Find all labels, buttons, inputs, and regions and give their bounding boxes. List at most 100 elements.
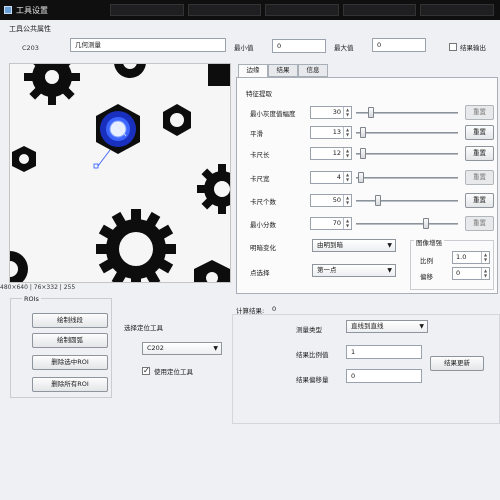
delete-all-roi-button[interactable]: 删除所有ROI [32,377,108,392]
transition-label: 明暗变化 [250,244,276,252]
feature-row-slider[interactable] [356,153,458,155]
result-output-label: 结果输出 [460,44,486,52]
feature-row-spinner[interactable]: 4 ▲ ▼ [310,171,352,184]
result-ratio-label: 结果比例值 [296,351,329,359]
title-bar-segment [420,4,494,16]
result-update-button[interactable]: 结果更新 [430,356,484,371]
feature-row-label: 平滑 [250,130,263,138]
feature-row-value: 13 [332,128,341,136]
offset-label: 偏移 [420,273,433,281]
title-bar-segment [342,4,417,16]
image-status-text: 480×640 | 76×332 | 255 [0,284,76,291]
result-offset-field[interactable]: 0 [346,369,422,383]
use-locate-tool-label: 使用定位工具 [154,368,193,376]
point-select-value: 第一点 [317,266,337,274]
result-output-checkbox[interactable] [449,43,457,51]
tab-edge[interactable]: 边缘 [238,64,268,78]
chevron-down-icon: ▼ [419,323,424,330]
ratio-value: 1.0 [456,253,467,261]
spinner-arrows-icon[interactable]: ▲ ▼ [343,172,351,183]
locate-tool-value: C202 [147,344,164,352]
feature-row-spinner[interactable]: 13 ▲ ▼ [310,126,352,139]
feature-row-value: 12 [332,149,341,157]
ratio-label: 比例 [420,257,433,265]
feature-row-slider[interactable] [356,223,458,225]
feature-row-label: 最小灰度值幅度 [250,110,296,118]
max-value-label: 最大值 [334,44,354,52]
tab-info[interactable]: 信息 [298,64,328,77]
spinner-arrows-icon[interactable]: ▲ ▼ [343,107,351,118]
draw-arc-button[interactable]: 绘制圆弧 [32,333,108,348]
min-value-field[interactable]: 0 [272,39,326,53]
reset-button[interactable]: 重置 [465,216,494,231]
slider-thumb[interactable] [359,127,366,138]
tool-name-field[interactable]: 几何测量 [70,38,226,52]
window-title: 工具设置 [16,6,48,15]
feature-row-spinner[interactable]: 12 ▲ ▼ [310,147,352,160]
reset-button[interactable]: 重置 [465,170,494,185]
point-select-label: 点选择 [250,269,270,277]
spinner-arrows-icon[interactable]: ▲ ▼ [481,252,489,263]
roi-group-label: ROIs [22,295,41,303]
reset-button[interactable]: 重置 [465,146,494,161]
spinner-arrows-icon[interactable]: ▲ ▼ [343,127,351,138]
draw-line-button[interactable]: 绘制线段 [32,313,108,328]
transition-value: 由明到暗 [317,241,343,249]
image-enhance-label: 图像增强 [414,237,444,247]
image-enhance-group [410,240,494,290]
feature-row-label: 最小分数 [250,221,276,229]
use-locate-tool-checkbox[interactable] [142,366,150,375]
feature-row-slider[interactable] [356,177,458,179]
title-bar-segment [265,4,339,16]
feature-row-slider[interactable] [356,200,458,202]
result-ratio-field[interactable]: 1 [346,345,422,359]
reset-button[interactable]: 重置 [465,105,494,120]
max-value-field[interactable]: 0 [372,38,426,52]
chevron-down-icon: ▼ [213,345,218,352]
offset-value: 0 [456,269,461,277]
slider-thumb[interactable] [367,107,374,118]
spinner-arrows-icon[interactable]: ▲ ▼ [343,195,351,206]
tool-settings-window: 工具设置 工具公共属性 C203 几何测量 最小值 0 最大值 0 结果输出 4… [0,0,500,500]
slider-thumb[interactable] [359,148,366,159]
feature-extraction-label: 特征提取 [246,90,272,98]
spinner-arrows-icon[interactable]: ▲ ▼ [343,218,351,229]
delete-selected-roi-button[interactable]: 删除选中ROI [32,355,108,370]
feature-row-value: 30 [332,108,341,116]
spinner-arrows-icon[interactable]: ▲ ▼ [343,148,351,159]
feature-row-label: 卡尺宽 [250,175,270,183]
spinner-arrows-icon[interactable]: ▲ ▼ [481,268,489,279]
result-offset-label: 结果偏移量 [296,376,329,384]
measure-type-value: 直线到直线 [351,322,384,330]
feature-row-slider[interactable] [356,132,458,134]
title-bar-segment [110,4,184,16]
locate-tool-label: 选择定位工具 [124,324,163,332]
transition-select[interactable]: 由明到暗 ▼ [312,239,396,252]
app-icon [4,6,12,14]
image-display-area[interactable] [9,63,231,283]
title-bar-blurred-area [110,4,494,16]
feature-row-spinner[interactable]: 70 ▲ ▼ [310,217,352,230]
tool-code-label: C203 [22,44,39,52]
offset-spinner[interactable]: 0 ▲ ▼ [452,267,490,280]
reset-button[interactable]: 重置 [465,125,494,140]
slider-thumb[interactable] [357,172,364,183]
slider-thumb[interactable] [423,218,430,229]
ratio-spinner[interactable]: 1.0 ▲ ▼ [452,251,490,264]
point-select[interactable]: 第一点 ▼ [312,264,396,277]
reset-button[interactable]: 重置 [465,193,494,208]
calc-result-value: 0 [272,305,277,313]
tab-result[interactable]: 结果 [268,64,298,77]
slider-thumb[interactable] [375,195,382,206]
feature-row-label: 卡尺个数 [250,198,276,206]
title-bar: 工具设置 [0,0,500,20]
feature-row-spinner[interactable]: 30 ▲ ▼ [310,106,352,119]
chevron-down-icon: ▼ [387,267,392,274]
measure-type-select[interactable]: 直线到直线 ▼ [346,320,428,333]
feature-row-value: 50 [332,196,341,204]
locate-tool-select[interactable]: C202 ▼ [142,342,222,355]
camera-image [10,64,230,282]
feature-row-spinner[interactable]: 50 ▲ ▼ [310,194,352,207]
min-value-label: 最小值 [234,44,254,52]
feature-row-value: 70 [332,219,341,227]
